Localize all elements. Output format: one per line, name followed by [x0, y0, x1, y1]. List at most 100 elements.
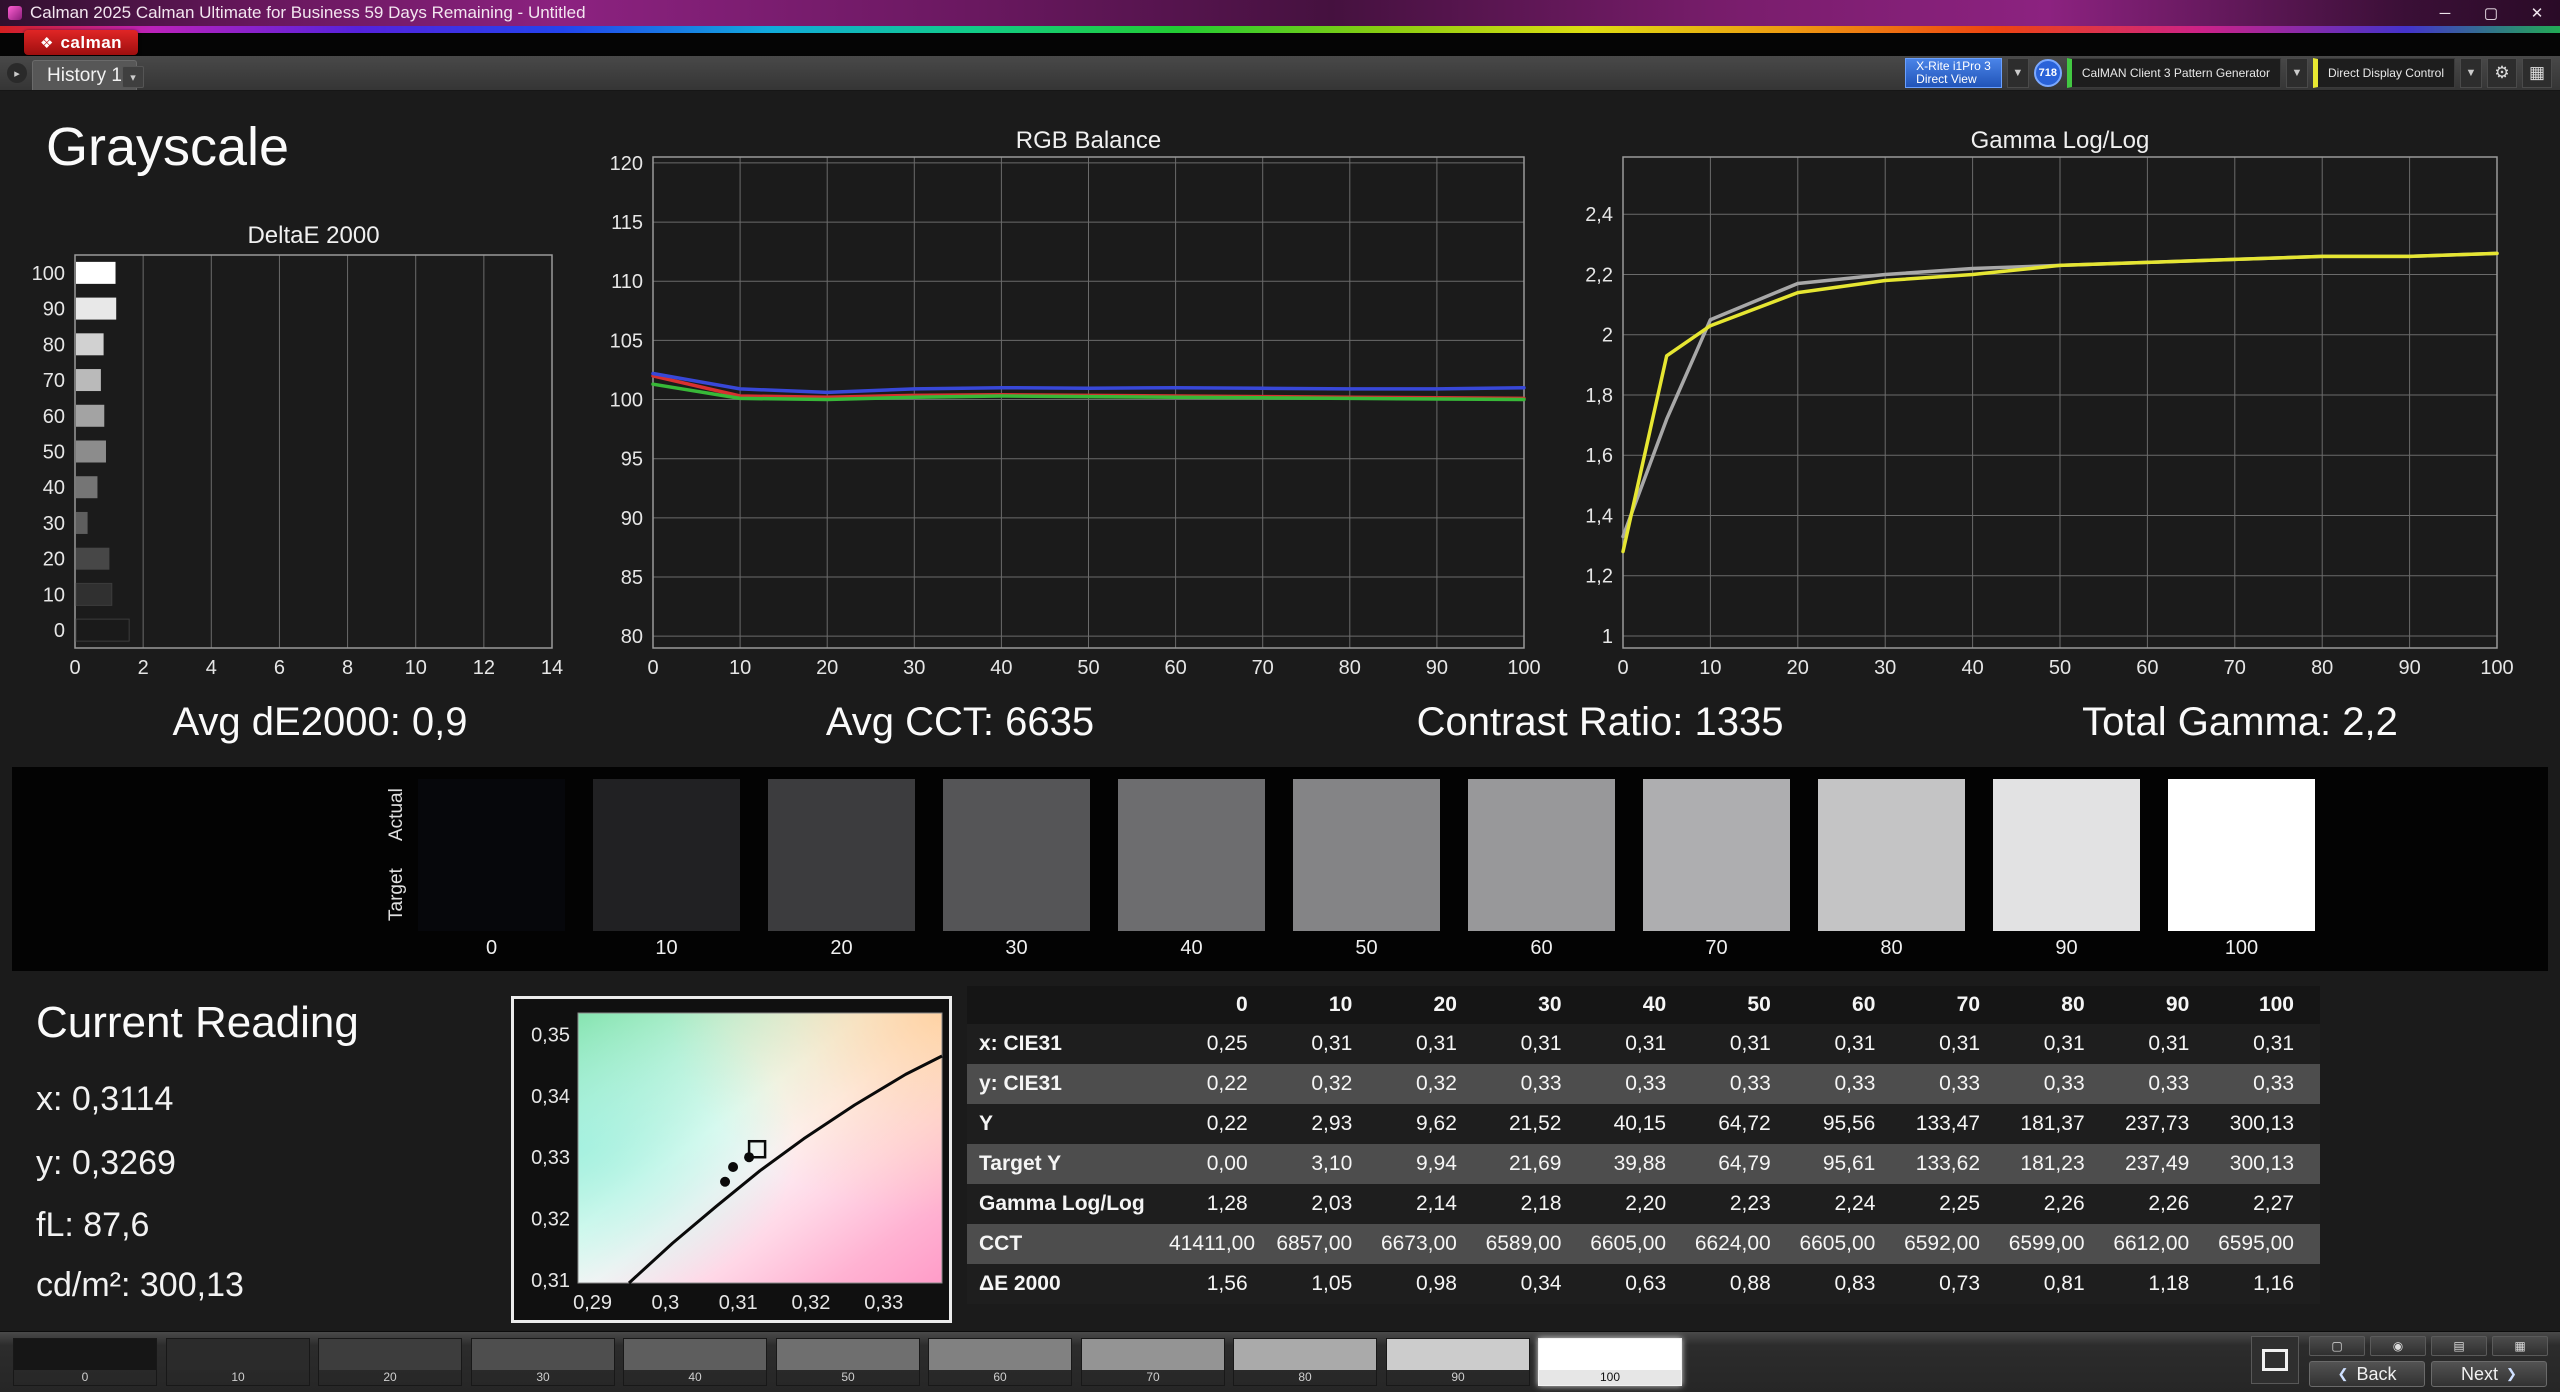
- pattern-level-bar: ▢ ◉ ▤ ▦ ❮ Back Next ❯ 0 10 20 30 40 50 60 70: [0, 1331, 2560, 1392]
- target-icon[interactable]: ◉: [2370, 1336, 2426, 1356]
- table-row-label: ΔE 2000: [967, 1264, 1169, 1304]
- table-cell: 0,63: [1587, 1264, 1693, 1304]
- svg-text:12: 12: [473, 657, 495, 679]
- total-gamma-stat: Total Gamma: 2,2: [2082, 700, 2398, 744]
- avg-cct-stat: Avg CCT: 6635: [825, 700, 1095, 744]
- table-cell: 6595,00: [2215, 1224, 2320, 1264]
- table-column-header: 100: [2215, 986, 2320, 1024]
- svg-text:60: 60: [1164, 657, 1186, 679]
- pattern-level-button-10[interactable]: 10: [166, 1338, 310, 1386]
- table-column-header: 60: [1796, 986, 1902, 1024]
- pattern-window-button[interactable]: [2251, 1336, 2299, 1384]
- svg-text:110: 110: [611, 271, 643, 293]
- table-cell: 0,32: [1378, 1064, 1483, 1104]
- nav-icon-row: ▢ ◉ ▤ ▦: [2309, 1336, 2548, 1356]
- grayscale-swatch-10: [593, 779, 740, 931]
- svg-text:0,32: 0,32: [531, 1209, 570, 1231]
- table-row-label: Y: [967, 1104, 1169, 1144]
- grayscale-swatch-30: [943, 779, 1090, 931]
- list-icon[interactable]: ▤: [2431, 1336, 2487, 1356]
- svg-text:0,29: 0,29: [573, 1292, 612, 1314]
- grid-icon[interactable]: ▦: [2492, 1336, 2548, 1356]
- calman-window: Calman 2025 Calman Ultimate for Business…: [0, 0, 2560, 1392]
- pattern-level-button-90[interactable]: 90: [1386, 1338, 1530, 1386]
- table-cell: 0,31: [2006, 1024, 2111, 1064]
- grayscale-swatch-100: [2168, 779, 2315, 931]
- grayscale-swatch-50: [1293, 779, 1440, 931]
- tab-menu-icon[interactable]: ▾: [122, 66, 144, 88]
- page-title: Grayscale: [46, 117, 290, 177]
- reading-y: y: 0,3269: [36, 1144, 176, 1182]
- table-cell: 64,79: [1692, 1144, 1797, 1184]
- reading-x: x: 0,3114: [36, 1080, 174, 1118]
- table-cell: 40,15: [1587, 1104, 1693, 1144]
- table-cell: 2,18: [1482, 1184, 1588, 1224]
- pattern-generator-dropdown-icon[interactable]: ▼: [2285, 58, 2308, 88]
- back-button-label: Back: [2356, 1363, 2397, 1384]
- meter-select-button[interactable]: X-Rite i1Pro 3 Direct View: [1905, 58, 2002, 88]
- layout-grid-icon[interactable]: ▦: [2522, 58, 2552, 88]
- table-cell: 2,24: [1796, 1184, 1902, 1224]
- svg-text:95: 95: [621, 449, 643, 471]
- svg-text:1,2: 1,2: [1585, 566, 1613, 588]
- table-cell: 21,69: [1482, 1144, 1588, 1184]
- monitor-icon[interactable]: ▢: [2309, 1336, 2365, 1356]
- pattern-level-button-0[interactable]: 0: [13, 1338, 157, 1386]
- table-cell: 0,34: [1482, 1264, 1588, 1304]
- table-row-label: Target Y: [967, 1144, 1169, 1184]
- svg-text:0,35: 0,35: [531, 1024, 570, 1046]
- deltae-bar-chart: 0 2 4 6 8 10 12 141009080706050403020100: [32, 254, 563, 679]
- grayscale-swatch-20: [768, 779, 915, 931]
- svg-text:8: 8: [342, 657, 353, 679]
- maximize-button[interactable]: ▢: [2468, 0, 2514, 26]
- pattern-level-button-40[interactable]: 40: [623, 1338, 767, 1386]
- table-row: Gamma Log/Log 1,28 2,03 2,14 2,18 2,20 2,23 2,2…: [967, 1184, 2320, 1224]
- svg-text:40: 40: [1961, 657, 1983, 679]
- gamma-chart: 1 1,2 1,4 1,6 1,8 2 2,2 2,4 0 10 20 30 40 50 60 70 80 90 1…: [1585, 156, 2514, 679]
- pattern-level-button-20[interactable]: 20: [318, 1338, 462, 1386]
- back-button[interactable]: ❮ Back: [2309, 1361, 2425, 1387]
- table-column-header: 0: [1169, 986, 1274, 1024]
- cie-chart-panel: 0,31 0,32 0,33 0,34 0,35 0,29 0,3 0,31 0,32 0,33: [511, 996, 952, 1323]
- table-cell: 0,25: [1169, 1024, 1274, 1064]
- svg-text:0,31: 0,31: [531, 1270, 570, 1292]
- svg-text:70: 70: [43, 370, 65, 392]
- pattern-level-button-60[interactable]: 60: [928, 1338, 1072, 1386]
- table-cell: 0,33: [2215, 1064, 2320, 1104]
- table-cell: 181,37: [2006, 1104, 2111, 1144]
- swatch-level-label: 20: [830, 937, 853, 959]
- target-row-label: Target: [386, 868, 407, 922]
- display-control-dropdown-icon[interactable]: ▼: [2460, 58, 2482, 88]
- table-cell: 0,33: [1482, 1064, 1588, 1104]
- meter-dropdown-icon[interactable]: ▼: [2006, 58, 2029, 88]
- svg-text:1,4: 1,4: [1585, 505, 1613, 527]
- display-control-select-button[interactable]: Direct Display Control: [2312, 58, 2455, 88]
- pattern-level-button-80[interactable]: 80: [1233, 1338, 1377, 1386]
- minimize-button[interactable]: ─: [2422, 0, 2468, 26]
- svg-text:20: 20: [816, 657, 838, 679]
- pattern-swatch: [1234, 1339, 1376, 1370]
- calman-logo-button[interactable]: ❖ calman: [24, 30, 139, 55]
- meter-status-badge: 718: [2033, 59, 2062, 87]
- svg-text:90: 90: [1426, 657, 1448, 679]
- table-cell: 300,13: [2215, 1144, 2320, 1184]
- pattern-generator-select-button[interactable]: CalMAN Client 3 Pattern Generator: [2066, 58, 2281, 88]
- app-icon: [8, 6, 22, 20]
- svg-text:4: 4: [206, 657, 217, 679]
- close-button[interactable]: ✕: [2514, 0, 2560, 26]
- table-cell: 237,49: [2110, 1144, 2216, 1184]
- table-cell: 0,31: [1587, 1024, 1693, 1064]
- pattern-level-button-30[interactable]: 30: [471, 1338, 615, 1386]
- back-arrow-icon: ❮: [2337, 1366, 2349, 1381]
- pattern-level-button-100[interactable]: 100: [1538, 1338, 1682, 1386]
- table-cell: 95,56: [1796, 1104, 1902, 1144]
- pattern-level-button-70[interactable]: 70: [1081, 1338, 1225, 1386]
- gear-icon[interactable]: ⚙: [2487, 58, 2517, 88]
- pattern-level-button-50[interactable]: 50: [776, 1338, 920, 1386]
- table-cell: 2,20: [1587, 1184, 1693, 1224]
- table-row: ΔE 2000 1,56 1,05 0,98 0,34 0,63 0,88 0,83 0,73 0…: [967, 1264, 2320, 1304]
- next-button[interactable]: Next ❯: [2431, 1361, 2547, 1387]
- table-cell: 0,31: [2215, 1024, 2320, 1064]
- collapse-arrow-icon[interactable]: ▸: [7, 63, 27, 83]
- svg-text:70: 70: [2224, 657, 2246, 679]
